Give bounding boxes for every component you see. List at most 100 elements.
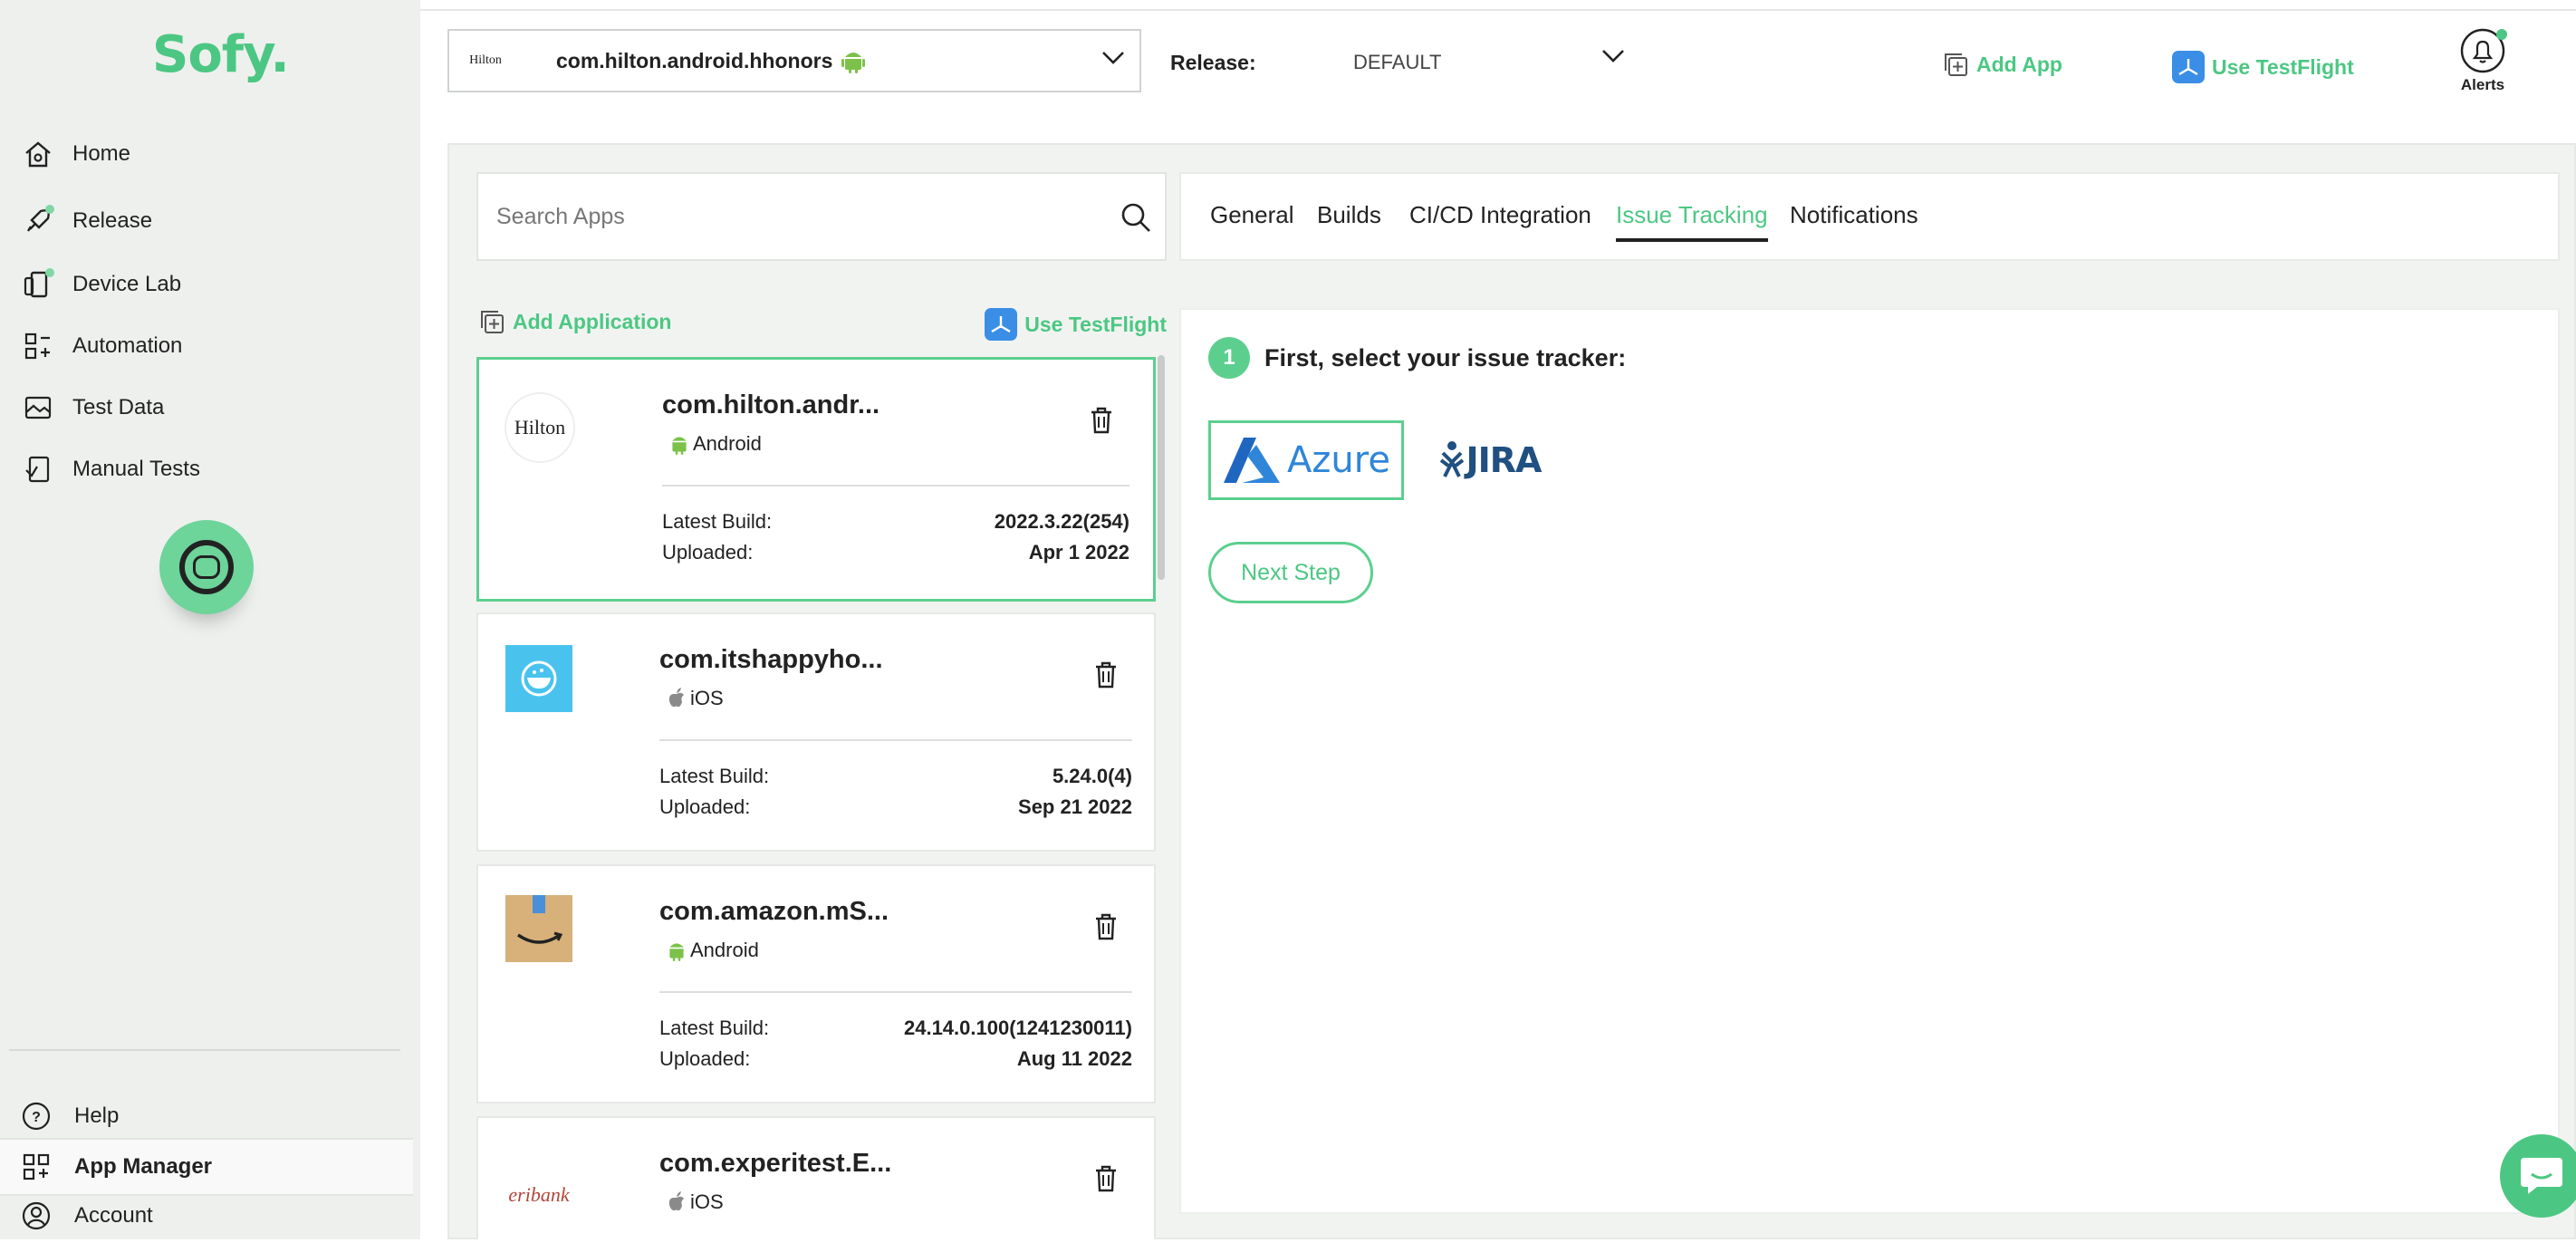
add-app-label: Add App [1976,52,2062,76]
use-testflight-button[interactable]: Use TestFlight [2172,51,2354,83]
app-card-hilton[interactable]: Hilton com.hilton.andr... Android Latest… [476,357,1156,602]
scrollbar[interactable] [1158,355,1165,580]
trash-icon[interactable] [1094,913,1118,945]
use-testflight-link[interactable]: Use TestFlight [985,308,1167,341]
jira-logo-icon [1439,440,1465,480]
sidebar-item-release[interactable]: Release [22,205,152,237]
tab-general[interactable]: General [1210,201,1294,238]
automation-icon [22,330,54,362]
android-icon [667,939,687,961]
step-number-badge: 1 [1208,337,1250,379]
sidebar-item-label: Release [72,208,153,233]
android-icon [669,433,689,455]
chat-support-button[interactable] [2500,1134,2576,1218]
sidebar-item-home[interactable]: Home [22,138,130,170]
azure-label: Azure [1287,439,1390,481]
app-selector-dropdown[interactable]: Hilton com.hilton.android.hhonors [447,29,1141,92]
sidebar-item-manual-tests[interactable]: Manual Tests [22,453,200,486]
tab-builds[interactable]: Builds [1317,201,1381,238]
sofy-logo[interactable]: Sofy. [152,25,290,84]
sidebar-item-label: Help [74,1103,120,1128]
search-box[interactable] [476,172,1167,261]
uploaded-row: Uploaded: Apr 1 2022 [662,541,1129,564]
notification-dot [2496,29,2507,40]
add-application-label: Add Application [513,309,672,333]
android-icon [841,48,866,73]
add-application-button[interactable]: Add Application [478,308,671,335]
use-testflight-label: Use TestFlight [2212,54,2354,79]
app-logo: Hilton [460,35,511,86]
trash-icon[interactable] [1094,1165,1118,1197]
list-actions: Add Application Use TestFlight [476,308,1167,344]
search-input[interactable] [495,202,1078,231]
chevron-down-icon[interactable] [1601,49,1625,68]
settings-tabs: General Builds CI/CD Integration Issue T… [1179,172,2560,261]
chevron-down-icon [1101,51,1125,70]
app-name: com.itshappyho... [659,645,883,674]
app-card-experitest[interactable]: eribank com.experitest.E... iOS [476,1116,1156,1239]
alerts-label: Alerts [2460,76,2505,93]
sidebar-item-test-data[interactable]: Test Data [22,391,164,424]
app-platform: Android [667,939,759,962]
account-icon [20,1200,53,1232]
sidebar-item-account[interactable]: Account [0,1189,413,1243]
trash-icon[interactable] [1090,407,1113,438]
sidebar-item-label: Automation [72,333,183,358]
apple-icon [667,1190,687,1214]
step-title: First, select your issue tracker: [1264,344,1627,371]
sidebar-item-label: App Manager [74,1154,213,1179]
app-card-itshappyhour[interactable]: com.itshappyho... iOS Latest Build: 5.24.… [476,612,1156,852]
svg-text:?: ? [32,1110,41,1125]
sidebar-item-help[interactable]: ? Help [0,1089,413,1143]
sidebar: Sofy. Home Release Device Lab Automation… [0,0,420,1239]
jira-label: JIRA [1466,440,1543,480]
tab-notifications[interactable]: Notifications [1790,201,1918,238]
sidebar-item-label: Device Lab [72,272,182,296]
sidebar-item-label: Account [74,1203,153,1228]
latest-build-row: Latest Build: 5.24.0(4) [659,765,1132,787]
manual-tests-icon [22,453,54,486]
uploaded-row: Uploaded: Aug 11 2022 [659,1047,1132,1070]
sidebar-item-app-manager[interactable]: App Manager [0,1138,413,1196]
use-testflight-label: Use TestFlight [1024,312,1167,336]
amazon-logo [505,895,572,962]
latest-build-row: Latest Build: 2022.3.22(254) [662,510,1129,533]
app-logo [505,645,572,712]
release-label: Release: [1170,51,1256,74]
add-app-icon [478,308,505,335]
add-app-icon [1942,51,1969,78]
sidebar-item-device-lab[interactable]: Device Lab [22,268,181,301]
chat-bubble-icon [2519,1154,2564,1198]
release-dropdown[interactable]: DEFAULT [1353,51,1441,74]
sidebar-item-label: Manual Tests [72,457,200,481]
selected-app-name: com.hilton.android.hhonors [556,48,833,72]
card-divider [662,485,1129,487]
trash-icon[interactable] [1094,661,1118,693]
app-card-amazon[interactable]: com.amazon.mS... Android Latest Build: 24… [476,864,1156,1103]
testflight-icon [985,308,1018,341]
testflight-icon [2172,51,2205,83]
add-app-button[interactable]: Add App [1942,51,2062,78]
assistant-bot-icon[interactable] [159,520,254,614]
azure-tracker-option[interactable]: Azure [1208,420,1404,500]
rocket-icon [22,205,54,237]
tab-ci-cd-integration[interactable]: CI/CD Integration [1409,201,1591,238]
top-border [420,0,2576,11]
eribank-logo: eribank [508,1183,570,1206]
sidebar-item-automation[interactable]: Automation [22,330,182,362]
card-divider [659,739,1132,741]
latest-build-row: Latest Build: 24.14.0.100(1241230011) [659,1017,1132,1039]
alerts-button[interactable]: Alerts [2455,27,2511,94]
next-step-button[interactable]: Next Step [1208,542,1373,603]
bell-icon [2455,27,2511,76]
app-manager-icon [20,1151,53,1183]
sidebar-item-label: Home [72,141,131,166]
help-icon: ? [20,1100,53,1132]
app-platform: iOS [667,687,724,710]
app-name: com.experitest.E... [659,1149,892,1178]
jira-tracker-option[interactable]: JIRA [1429,420,1551,500]
search-icon[interactable] [1120,201,1152,238]
tab-issue-tracking[interactable]: Issue Tracking [1616,201,1768,242]
test-data-icon [22,391,54,424]
devices-icon [22,268,54,301]
